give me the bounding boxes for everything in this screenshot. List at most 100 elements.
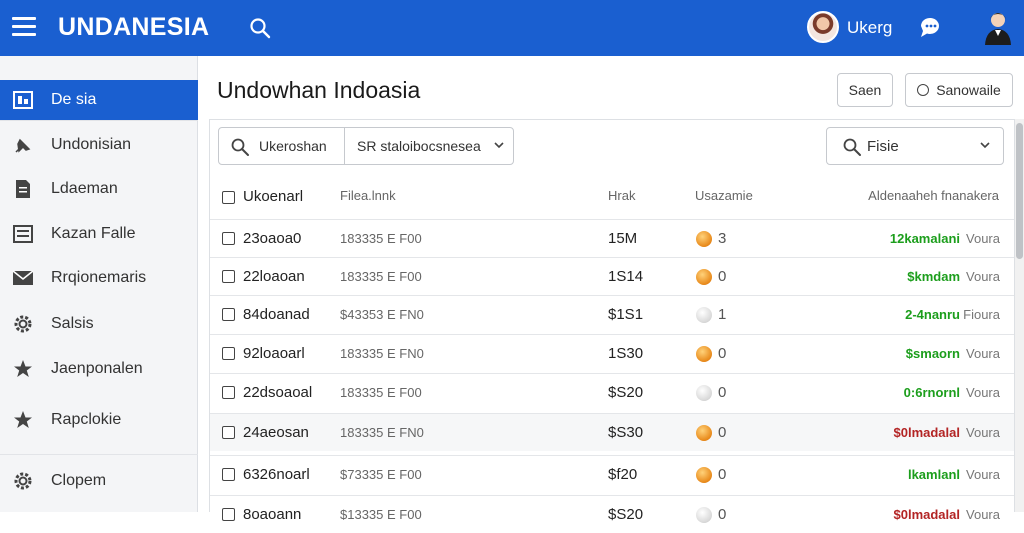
- row-score: 0: [718, 345, 727, 362]
- row-file: 183335 E FN0: [340, 425, 424, 440]
- sidebar-item-0[interactable]: De sia: [0, 80, 198, 120]
- search-icon: [231, 138, 249, 156]
- radio-circle-icon: [917, 84, 930, 96]
- row-score: 0: [718, 506, 727, 523]
- row-name: 84doanad: [243, 306, 310, 323]
- star-icon: [14, 411, 32, 428]
- status-dot-icon: [696, 269, 712, 285]
- table-row[interactable]: 92loaoarl 183335 E FN0 1S30 0 $smaorn Voura: [210, 334, 1014, 372]
- row-status: 2-4nanru: [905, 307, 960, 322]
- row-checkbox[interactable]: [222, 270, 235, 283]
- row-checkbox[interactable]: [222, 426, 235, 439]
- row-file: 183335 E FN0: [340, 346, 424, 361]
- sidebar-item-label: Undonisian: [51, 136, 132, 153]
- status-dot-icon: [696, 231, 712, 247]
- row-checkbox[interactable]: [222, 347, 235, 360]
- save-button-label: Saen: [848, 82, 882, 98]
- sidebar-item-label: Rapclokie: [51, 411, 122, 428]
- row-sub: Voura: [966, 467, 1000, 482]
- table-row[interactable]: 6326noarl $73335 E F00 $f20 0 lkamlanl Voura: [210, 455, 1014, 493]
- row-status: $0lmadalal: [893, 507, 961, 522]
- status-dot-icon: [696, 346, 712, 362]
- document-icon: [16, 180, 30, 198]
- sidebar-item-2[interactable]: Ldaeman: [0, 169, 198, 209]
- sidebar-item-7[interactable]: Rapclokie: [0, 400, 198, 440]
- row-score: 0: [718, 268, 727, 285]
- status-dot-icon: [696, 425, 712, 441]
- status-dot-icon: [696, 507, 712, 523]
- sidebar: De sia Undonisian Ldaeman Kazan Falle Rr…: [0, 56, 198, 512]
- search-input[interactable]: Ukeroshan: [259, 138, 327, 154]
- table-row[interactable]: 22loaoan 183335 E F00 1S14 0 $kmdam Voura: [210, 257, 1014, 295]
- page-title: Undowhan Indoasia: [217, 77, 421, 103]
- row-status: $smaorn: [905, 346, 960, 361]
- row-mark: $f20: [608, 466, 638, 483]
- row-checkbox[interactable]: [222, 232, 235, 245]
- filter-select[interactable]: Fisie: [826, 127, 1004, 165]
- row-score: 0: [718, 466, 727, 483]
- dashboard-icon: [13, 91, 33, 109]
- row-checkbox[interactable]: [222, 386, 235, 399]
- table-row[interactable]: 8oaoann $13335 E F00 $S20 0 $0lmadalal Voura: [210, 495, 1014, 533]
- column-header-mark[interactable]: Hrak: [608, 188, 635, 203]
- chat-icon[interactable]: [916, 14, 944, 42]
- column-header-status[interactable]: Aldenaaheh fnanakera: [868, 188, 999, 203]
- row-name: 24aeosan: [243, 424, 309, 441]
- brand-logo-text[interactable]: UNDANESIA: [58, 13, 209, 42]
- row-checkbox[interactable]: [222, 468, 235, 481]
- row-name: 6326noarl: [243, 466, 310, 483]
- status-dot-icon: [696, 467, 712, 483]
- vertical-scrollbar[interactable]: [1015, 119, 1024, 512]
- row-name: 8oaoann: [243, 506, 302, 523]
- row-score: 0: [718, 424, 727, 441]
- column-header-name[interactable]: Ukoenarl: [243, 188, 303, 205]
- column-header-score[interactable]: Usazamie: [695, 188, 753, 203]
- row-mark: 1S30: [608, 345, 644, 362]
- save-mode-button[interactable]: Sanowaile: [905, 73, 1013, 107]
- search-divider: [344, 128, 345, 164]
- row-mark: $1S1: [608, 306, 644, 323]
- row-sub: Voura: [966, 507, 1000, 522]
- list-icon: [13, 225, 33, 243]
- user-name[interactable]: Ukerg: [847, 18, 892, 38]
- table-row[interactable]: 24aeosan 183335 E FN0 $S30 0 $0lmadalal Voura: [210, 413, 1014, 451]
- sidebar-item-8[interactable]: Clopem: [0, 461, 198, 501]
- search-icon: [843, 138, 861, 156]
- sidebar-item-6[interactable]: Jaenponalen: [0, 349, 198, 389]
- hamburger-menu-icon[interactable]: [12, 17, 36, 37]
- table-row[interactable]: 23oaoa0 183335 E F00 15M 3 12kamalani Voura: [210, 219, 1014, 257]
- sidebar-item-1[interactable]: Undonisian: [0, 125, 198, 165]
- row-name: 22dsoaoal: [243, 384, 313, 401]
- chevron-down-icon[interactable]: [494, 140, 504, 150]
- chevron-down-icon: [980, 142, 990, 149]
- table-row[interactable]: 84doanad $43353 E FN0 $1S1 1 2-4nanru Fioura: [210, 295, 1014, 333]
- sidebar-item-label: Salsis: [51, 315, 94, 332]
- profile-avatar-icon[interactable]: [982, 9, 1014, 45]
- row-sub: Voura: [966, 385, 1000, 400]
- table-row[interactable]: 22dsoaoal 183335 E F00 $S20 0 0:6rnornl Voura: [210, 373, 1014, 411]
- row-checkbox[interactable]: [222, 308, 235, 321]
- row-checkbox[interactable]: [222, 508, 235, 521]
- column-header-file[interactable]: Filea.lnnk: [340, 188, 396, 203]
- row-status: 12kamalani: [889, 231, 960, 246]
- sidebar-item-5[interactable]: Salsis: [0, 304, 198, 344]
- search-field[interactable]: Ukeroshan SR staloibocsnesea: [218, 127, 514, 165]
- search-icon[interactable]: [248, 16, 272, 40]
- sidebar-divider: [0, 454, 198, 455]
- sidebar-item-label: Rrqionemaris: [51, 269, 147, 286]
- row-mark: $S20: [608, 506, 644, 523]
- sidebar-item-3[interactable]: Kazan Falle: [0, 214, 198, 254]
- user-avatar[interactable]: [807, 11, 839, 43]
- row-mark: 15M: [608, 230, 638, 247]
- status-dot-icon: [696, 385, 712, 401]
- scrollbar-thumb[interactable]: [1016, 123, 1023, 259]
- row-mark: $S30: [608, 424, 644, 441]
- save-button[interactable]: Saen: [837, 73, 893, 107]
- status-dot-icon: [696, 307, 712, 323]
- mail-icon: [12, 270, 34, 285]
- sidebar-item-4[interactable]: Rrqionemaris: [0, 258, 198, 298]
- select-all-checkbox[interactable]: [222, 191, 235, 204]
- search-scope-select[interactable]: SR staloibocsnesea: [357, 138, 481, 154]
- save-mode-label: Sanowaile: [936, 82, 1001, 98]
- row-name: 22loaoan: [243, 268, 305, 285]
